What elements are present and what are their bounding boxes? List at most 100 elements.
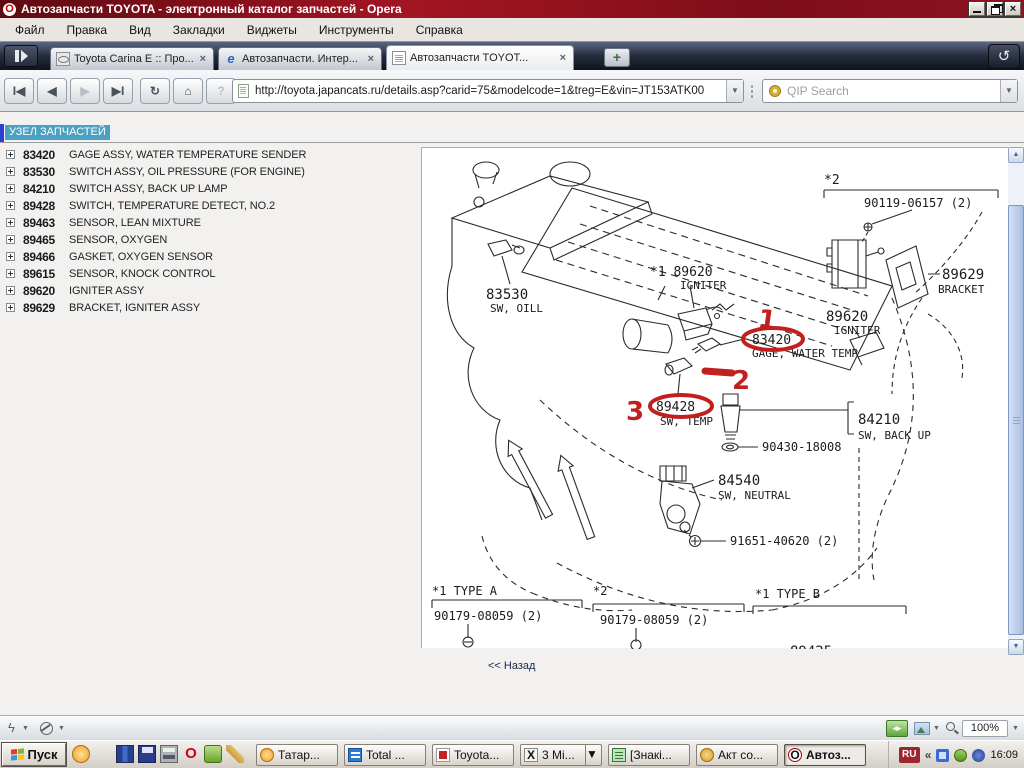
expand-plus-icon[interactable] [6, 252, 15, 261]
expand-plus-icon[interactable] [6, 218, 15, 227]
task-tatar[interactable]: Татар... [256, 744, 338, 766]
turbo-globe-icon[interactable] [40, 722, 53, 735]
tray-qip-icon[interactable] [954, 749, 967, 762]
search-placeholder[interactable]: QIP Search [787, 84, 1000, 98]
back-link[interactable]: << Назад [488, 660, 535, 672]
task-excel-group[interactable]: X3 Mi...▼ [520, 744, 602, 766]
fast-forward-button[interactable]: ▶I [103, 78, 133, 104]
search-input[interactable]: QIP Search ▼ [762, 79, 1018, 103]
language-indicator[interactable]: RU [899, 747, 920, 763]
menu-edit[interactable]: Правка [56, 20, 119, 40]
task-total-commander[interactable]: Total ... [344, 744, 426, 766]
url-text[interactable]: http://toyota.japancats.ru/details.asp?c… [255, 85, 726, 97]
paint-brush-icon[interactable] [226, 745, 244, 763]
calculator-icon[interactable] [160, 745, 178, 763]
scrollbar-thumb[interactable] [1008, 205, 1024, 635]
task-akt[interactable]: Акт со... [696, 744, 778, 766]
minimize-button[interactable] [969, 2, 985, 16]
part-row[interactable]: 89620IGNITER ASSY [0, 282, 420, 299]
scroll-down-icon[interactable]: ▼ [1008, 639, 1024, 655]
part-row[interactable]: 89428SWITCH, TEMPERATURE DETECT, NO.2 [0, 197, 420, 214]
part-code[interactable]: 89620 [23, 284, 69, 298]
menu-file[interactable]: Файл [4, 20, 56, 40]
zoom-dropdown-icon[interactable]: ▼ [1012, 725, 1019, 732]
fit-to-width-button[interactable]: ◂▸ [886, 720, 908, 737]
turbo-dropdown-icon[interactable]: ▼ [58, 725, 65, 732]
expand-plus-icon[interactable] [6, 303, 15, 312]
menu-view[interactable]: Вид [118, 20, 162, 40]
menu-help[interactable]: Справка [405, 20, 474, 40]
start-button[interactable]: Пуск [2, 743, 66, 766]
expand-plus-icon[interactable] [6, 184, 15, 193]
part-code[interactable]: 84210 [23, 182, 69, 196]
home-button[interactable]: ⌂ [173, 78, 203, 104]
closed-tabs-button[interactable]: ↺ [988, 44, 1020, 69]
restore-button[interactable] [987, 2, 1003, 16]
tray-icq-icon[interactable] [972, 749, 985, 762]
part-row[interactable]: 89465SENSOR, OXYGEN [0, 231, 420, 248]
task-opera-active[interactable]: OАвтоз... [784, 744, 866, 766]
search-dropdown-icon[interactable]: ▼ [1000, 80, 1017, 102]
scroll-up-icon[interactable]: ▲ [1008, 147, 1024, 163]
menu-bookmarks[interactable]: Закладки [162, 20, 236, 40]
back-button[interactable]: ◀ [37, 78, 67, 104]
new-tab-button[interactable]: + [604, 48, 630, 67]
expand-plus-icon[interactable] [6, 150, 15, 159]
menu-widgets[interactable]: Виджеты [236, 20, 308, 40]
tab-close-icon[interactable]: × [198, 53, 208, 65]
group-dropdown-icon[interactable]: ▼ [585, 744, 598, 766]
images-dropdown-icon[interactable]: ▼ [933, 725, 940, 732]
tray-messenger-icon[interactable] [936, 749, 949, 762]
page-scrollbar[interactable]: ▲ ▼ [1008, 147, 1024, 655]
rewind-button[interactable]: I◀ [4, 78, 34, 104]
tray-chevron-icon[interactable]: « [925, 748, 932, 762]
opera-launch-icon[interactable]: O [182, 745, 200, 763]
part-row[interactable]: 89629BRACKET, IGNITER ASSY [0, 299, 420, 316]
part-code[interactable]: 89466 [23, 250, 69, 264]
part-code[interactable]: 89629 [23, 301, 69, 315]
internet-explorer-icon[interactable] [94, 745, 112, 763]
sync-dropdown-icon[interactable]: ▼ [22, 725, 29, 732]
part-code[interactable]: 89463 [23, 216, 69, 230]
address-field[interactable]: http://toyota.japancats.ru/details.asp?c… [232, 79, 744, 103]
part-code[interactable]: 83530 [23, 165, 69, 179]
tab-autoparts-toyota-active[interactable]: Автозапчасти TOYOT... × [386, 45, 574, 70]
close-button[interactable]: × [1005, 2, 1021, 16]
address-dropdown-icon[interactable]: ▼ [726, 80, 743, 102]
part-row[interactable]: 89466GASKET, OXYGEN SENSOR [0, 248, 420, 265]
part-code[interactable]: 83420 [23, 148, 69, 162]
part-row[interactable]: 84210SWITCH ASSY, BACK UP LAMP [0, 180, 420, 197]
toolbar-splitter[interactable] [750, 84, 754, 100]
part-row[interactable]: 83420GAGE ASSY, WATER TEMPERATURE SENDER [0, 146, 420, 163]
expand-plus-icon[interactable] [6, 286, 15, 295]
save-disk-icon[interactable] [138, 745, 156, 763]
tab-close-icon[interactable]: × [558, 52, 568, 64]
forward-button[interactable]: ▶ [70, 78, 100, 104]
qip-messenger-icon[interactable] [204, 745, 222, 763]
part-code[interactable]: 89428 [23, 199, 69, 213]
part-row[interactable]: 89463SENSOR, LEAN MIXTURE [0, 214, 420, 231]
zoom-level[interactable]: 100% [962, 720, 1008, 737]
part-code[interactable]: 89615 [23, 267, 69, 281]
reload-button[interactable]: ↻ [140, 78, 170, 104]
panels-toggle-button[interactable] [4, 45, 38, 67]
expand-plus-icon[interactable] [6, 235, 15, 244]
part-row[interactable]: 83530SWITCH ASSY, OIL PRESSURE (FOR ENGI… [0, 163, 420, 180]
sync-icon[interactable]: ϟ [8, 720, 15, 735]
tab-toyota-carina[interactable]: Toyota Carina E :: Про... × [50, 47, 214, 70]
menu-tools[interactable]: Инструменты [308, 20, 405, 40]
label-89425-partial: 89425 [790, 644, 832, 649]
expand-plus-icon[interactable] [6, 167, 15, 176]
catalog-app-icon[interactable] [116, 745, 134, 763]
tab-close-icon[interactable]: × [366, 53, 376, 65]
expand-plus-icon[interactable] [6, 201, 15, 210]
label-84210: 84210 [858, 412, 900, 428]
clock-app-icon[interactable] [72, 745, 90, 763]
part-code[interactable]: 89465 [23, 233, 69, 247]
images-toggle-button[interactable] [914, 722, 930, 735]
expand-plus-icon[interactable] [6, 269, 15, 278]
tab-autoparts-internet[interactable]: Автозапчасти. Интер... × [218, 47, 382, 70]
part-row[interactable]: 89615SENSOR, KNOCK CONTROL [0, 265, 420, 282]
task-znaki[interactable]: [Знакi... [608, 744, 690, 766]
task-toyota-pdf[interactable]: Toyota... [432, 744, 514, 766]
